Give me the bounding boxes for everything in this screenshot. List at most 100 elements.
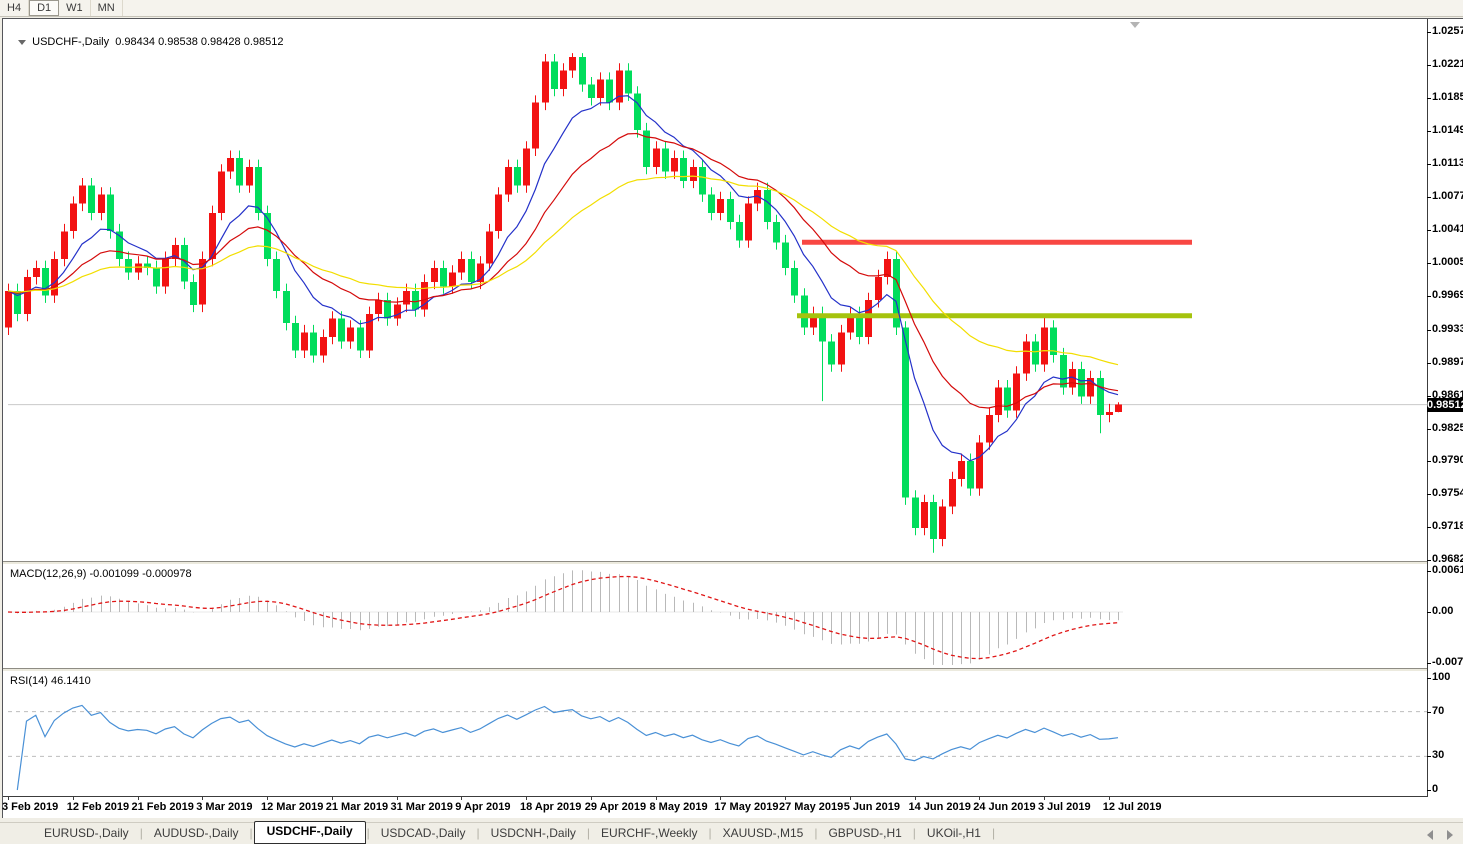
price-axis-label: 0.97180 — [1432, 520, 1463, 532]
time-axis-tick — [720, 797, 721, 800]
rsi-axis-label-tick — [1427, 712, 1431, 713]
price-axis-label-tick — [1427, 65, 1431, 66]
time-axis-tick — [850, 797, 851, 800]
date-label: 12 Feb 2019 — [67, 801, 129, 813]
price-axis-label-tick — [1427, 164, 1431, 165]
time-axis-tick — [526, 797, 527, 800]
rsi-pane[interactable] — [3, 672, 1428, 796]
price-axis-label-tick — [1427, 131, 1431, 132]
time-axis-tick — [8, 797, 9, 800]
macd-axis-label: 0.00613 — [1432, 564, 1463, 576]
date-label: 21 Feb 2019 — [132, 801, 194, 813]
time-axis-tick — [1109, 797, 1110, 800]
date-label: 29 Apr 2019 — [585, 801, 646, 813]
timeframe-toolbar: H4D1W1MN — [0, 0, 1463, 17]
chart-tab-xauusd-m15[interactable]: XAUUSD-,M15 — [713, 823, 814, 844]
price-axis-label: 0.98970 — [1432, 356, 1463, 368]
price-axis-label-tick — [1427, 363, 1431, 364]
chart-tab-gbpusd-h1[interactable]: GBPUSD-,H1 — [818, 823, 911, 844]
price-axis-label-tick — [1427, 263, 1431, 264]
tab-separator: | — [991, 826, 996, 844]
time-axis-tick — [332, 797, 333, 800]
chart-tab-usdchf-daily[interactable]: USDCHF-,Daily — [254, 821, 366, 844]
price-axis-label-tick — [1427, 32, 1431, 33]
timeframe-button-w1[interactable]: W1 — [59, 0, 91, 16]
date-label: 3 Feb 2019 — [2, 801, 58, 813]
date-label: 9 Apr 2019 — [455, 801, 510, 813]
chart-ohlc-values: 0.98434 0.98538 0.98428 0.98512 — [115, 36, 283, 48]
rsi-axis-label-tick — [1427, 678, 1431, 679]
price-axis-label-tick — [1427, 494, 1431, 495]
chart-dropdown-icon[interactable] — [18, 40, 26, 45]
time-axis-tick — [915, 797, 916, 800]
macd-axis-label: -0.00761 — [1432, 656, 1463, 668]
tabs-scroll-left-button[interactable] — [1427, 830, 1433, 840]
price-axis-label-tick — [1427, 230, 1431, 231]
rsi-axis-label: 100 — [1432, 671, 1450, 683]
time-axis-tick — [461, 797, 462, 800]
date-label: 24 Jun 2019 — [973, 801, 1035, 813]
chart-tab-eurchf-weekly[interactable]: EURCHF-,Weekly — [591, 823, 707, 844]
price-chart-pane[interactable] — [3, 19, 1428, 561]
time-axis-tick — [267, 797, 268, 800]
price-axis-label-tick — [1427, 396, 1431, 397]
chart-tabs-bar: EURUSD-,Daily|AUDUSD-,Daily|USDCHF-,Dail… — [0, 822, 1463, 844]
rsi-axis-label-tick — [1427, 790, 1431, 791]
rsi-axis-label: 0 — [1432, 783, 1438, 795]
date-label: 3 Mar 2019 — [196, 801, 252, 813]
time-axis-tick — [397, 797, 398, 800]
date-label: 12 Mar 2019 — [261, 801, 323, 813]
time-axis-tick — [591, 797, 592, 800]
macd-label: MACD(12,26,9) -0.001099 -0.000978 — [10, 568, 192, 580]
price-axis-label: 0.97900 — [1432, 454, 1463, 466]
price-axis-label: 1.00050 — [1432, 256, 1463, 268]
date-label: 21 Mar 2019 — [326, 801, 388, 813]
chart-tab-eurusd-daily[interactable]: EURUSD-,Daily — [34, 823, 139, 844]
chart-title: USDCHF-,Daily 0.98434 0.98538 0.98428 0.… — [12, 24, 283, 48]
tab-separator: | — [249, 826, 254, 844]
chart-shift-marker-icon — [1130, 22, 1140, 28]
rsi-label: RSI(14) 46.1410 — [10, 675, 91, 687]
date-label: 3 Jul 2019 — [1038, 801, 1091, 813]
timeframe-button-d1[interactable]: D1 — [29, 0, 59, 16]
tab-scroll-arrows — [1427, 830, 1453, 840]
chart-tabs: EURUSD-,Daily|AUDUSD-,Daily|USDCHF-,Dail… — [34, 823, 996, 844]
macd-axis-label-tick — [1427, 571, 1431, 572]
chart-tab-audusd-daily[interactable]: AUDUSD-,Daily — [144, 823, 249, 844]
timeframe-button-mn[interactable]: MN — [91, 0, 123, 16]
time-axis-tick — [656, 797, 657, 800]
price-axis-label-tick — [1427, 429, 1431, 430]
rsi-axis-label-tick — [1427, 756, 1431, 757]
rsi-axis-label: 70 — [1432, 705, 1444, 717]
price-axis-label-tick — [1427, 296, 1431, 297]
date-label: 14 Jun 2019 — [909, 801, 971, 813]
price-axis-label: 1.02570 — [1432, 25, 1463, 37]
price-axis-label-tick — [1427, 98, 1431, 99]
time-axis-tick — [202, 797, 203, 800]
date-label: 17 May 2019 — [714, 801, 778, 813]
price-axis-label: 0.98250 — [1432, 422, 1463, 434]
chart-symbol-label: USDCHF-,Daily — [32, 36, 109, 48]
chart-tab-ukoil-h1[interactable]: UKOil-,H1 — [917, 823, 991, 844]
time-axis-tick — [1044, 797, 1045, 800]
timeframe-buttons: H4D1W1MN — [0, 0, 123, 16]
macd-pane[interactable] — [3, 565, 1428, 668]
time-axis-tick — [73, 797, 74, 800]
rsi-axis-label: 30 — [1432, 749, 1444, 761]
price-axis-label: 1.01490 — [1432, 124, 1463, 136]
price-axis-label: 1.01130 — [1432, 157, 1463, 169]
price-axis-label: 1.00410 — [1432, 223, 1463, 235]
macd-axis-label-tick — [1427, 663, 1431, 664]
chart-tab-usdcnh-daily[interactable]: USDCNH-,Daily — [481, 823, 586, 844]
timeframe-button-h4[interactable]: H4 — [0, 0, 29, 16]
macd-axis-label: 0.00 — [1432, 605, 1453, 617]
date-label: 12 Jul 2019 — [1103, 801, 1162, 813]
price-axis-label: 0.97540 — [1432, 487, 1463, 499]
chart-tab-usdcad-daily[interactable]: USDCAD-,Daily — [371, 823, 476, 844]
date-label: 18 Apr 2019 — [520, 801, 581, 813]
macd-axis-label-tick — [1427, 612, 1431, 613]
tabs-scroll-right-button[interactable] — [1447, 830, 1453, 840]
price-axis-label-tick — [1427, 527, 1431, 528]
time-axis[interactable]: 3 Feb 2019 12 Feb 201921 Feb 20193 Mar 20… — [3, 797, 1428, 818]
mt4-terminal: { "toolbar": { "timeframes": [ {"label":… — [0, 0, 1463, 844]
